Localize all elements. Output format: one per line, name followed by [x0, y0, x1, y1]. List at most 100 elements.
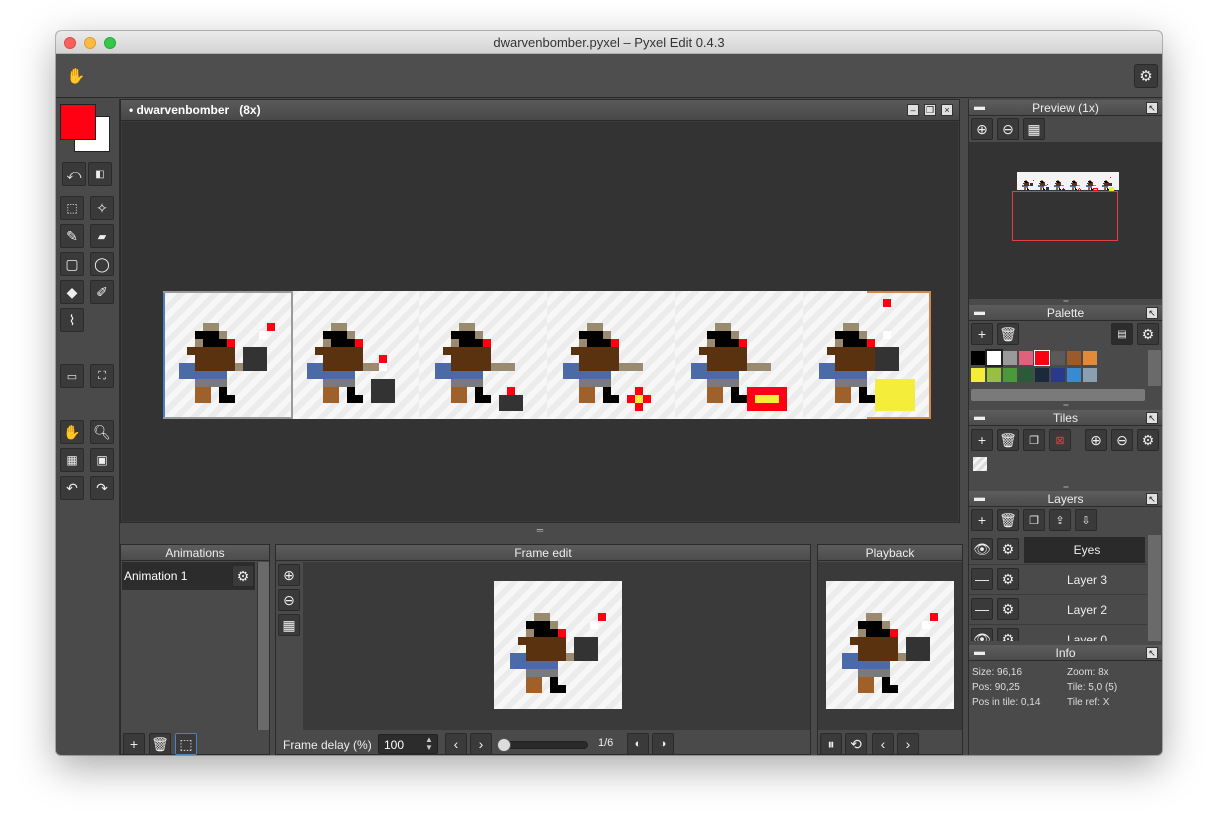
- close-doc-icon[interactable]: ×: [941, 104, 953, 116]
- zoom-out-frame-icon[interactable]: ⊖: [278, 589, 300, 611]
- next-frame-icon[interactable]: ›: [470, 733, 492, 755]
- palette-swatch[interactable]: [1083, 351, 1097, 365]
- restore-doc-icon[interactable]: ❐: [924, 104, 936, 116]
- tile-select-icon[interactable]: ▭: [60, 364, 84, 388]
- add-animation-icon[interactable]: +: [123, 733, 145, 755]
- merge-layer-down-icon[interactable]: ⇩: [1075, 509, 1097, 531]
- palette-swatch[interactable]: [1003, 351, 1017, 365]
- palette-splitter[interactable]: ═: [969, 402, 1162, 409]
- layers-popout-icon[interactable]: ↖: [1146, 493, 1158, 505]
- palette-swatch[interactable]: [1019, 368, 1033, 382]
- palette-swatch[interactable]: [1051, 351, 1065, 365]
- primary-color-swatch[interactable]: [60, 104, 96, 140]
- frame-3[interactable]: [419, 291, 547, 419]
- layers-scrollbar[interactable]: [1148, 535, 1161, 641]
- layers-collapse-icon[interactable]: ▬: [974, 490, 985, 506]
- frame-icon[interactable]: ▣: [90, 448, 114, 472]
- add-tile-icon[interactable]: +: [971, 429, 993, 451]
- add-layer-icon[interactable]: +: [971, 509, 993, 531]
- onion-skin-next-icon[interactable]: ◑: [652, 733, 674, 755]
- preview-zoom-out-icon[interactable]: ⊖: [997, 118, 1019, 140]
- layer-row-eyes[interactable]: 👁︎ ⚙ Eyes: [969, 535, 1147, 565]
- palette-swatch[interactable]: [985, 349, 1003, 367]
- onion-skin-prev-icon[interactable]: ◐: [627, 733, 649, 755]
- transform-icon[interactable]: ⛶: [90, 364, 114, 388]
- tiles-collapse-icon[interactable]: ▬: [974, 409, 985, 425]
- zoom-icon[interactable]: 🔍︎: [90, 420, 114, 444]
- layer-row-layer-3[interactable]: — ⚙ Layer 3: [969, 565, 1147, 595]
- preview-thumbnail[interactable]: [1017, 172, 1119, 191]
- palette-hscrollbar[interactable]: [971, 389, 1145, 401]
- palette-swatch[interactable]: [1019, 351, 1033, 365]
- palette-swatch[interactable]: [1067, 351, 1081, 365]
- layer-settings-gear-icon[interactable]: ⚙: [997, 598, 1019, 620]
- magic-wand-icon[interactable]: ✧: [90, 196, 114, 220]
- ellipse-icon[interactable]: ◯: [90, 252, 114, 276]
- brush-icon[interactable]: ✐: [90, 280, 114, 304]
- frame-delay-input[interactable]: 100 ▲ ▼: [378, 734, 438, 754]
- layer-row-layer-0[interactable]: 👁︎ ⚙ Layer 0: [969, 625, 1147, 641]
- layer-visibility-eye-icon[interactable]: 👁︎: [971, 628, 993, 641]
- info-popout-icon[interactable]: ↖: [1146, 647, 1158, 659]
- delete-tile-icon[interactable]: 🗑︎: [997, 429, 1019, 451]
- minimize-doc-icon[interactable]: –: [907, 104, 919, 116]
- reset-colors-icon[interactable]: ◧: [88, 162, 112, 186]
- tile-thumbnail[interactable]: [973, 457, 987, 471]
- palette-collapse-icon[interactable]: ▬: [974, 304, 985, 320]
- frame-edit-preview[interactable]: [494, 581, 622, 709]
- delete-animation-icon[interactable]: 🗑︎: [149, 733, 171, 755]
- layer-row-layer-2[interactable]: — ⚙ Layer 2: [969, 595, 1147, 625]
- frame-slider[interactable]: [500, 741, 588, 749]
- tiles-popout-icon[interactable]: ↖: [1146, 412, 1158, 424]
- eyedropper-icon[interactable]: ⌇: [60, 308, 84, 332]
- maximize-window-button[interactable]: [104, 37, 116, 49]
- delete-color-icon[interactable]: 🗑︎: [997, 323, 1019, 345]
- palette-popout-icon[interactable]: ↖: [1146, 307, 1158, 319]
- pencil-icon[interactable]: ✎: [60, 224, 84, 248]
- hand-icon[interactable]: ✋: [64, 64, 88, 88]
- animations-scrollbar[interactable]: [257, 562, 269, 730]
- palette-swatch[interactable]: [1067, 368, 1081, 382]
- animation-settings-gear-icon[interactable]: ⚙: [232, 565, 254, 587]
- layer-settings-gear-icon[interactable]: ⚙: [997, 568, 1019, 590]
- palette-swatch[interactable]: [987, 368, 1001, 382]
- fill-icon[interactable]: ◆: [60, 280, 84, 304]
- canvas-splitter[interactable]: ═: [122, 525, 958, 535]
- layer-settings-gear-icon[interactable]: ⚙: [997, 538, 1019, 560]
- frame-5[interactable]: [675, 291, 803, 419]
- preview-viewport-marker[interactable]: [1012, 191, 1118, 241]
- duplicate-tile-icon[interactable]: ❐: [1023, 429, 1045, 451]
- palette-swatch[interactable]: [971, 368, 985, 382]
- clear-tile-icon[interactable]: ⊠: [1049, 429, 1071, 451]
- redo-icon[interactable]: ↷: [90, 476, 114, 500]
- palette-scrollbar[interactable]: [1148, 350, 1161, 386]
- palette-swatch-mode-icon[interactable]: ▤: [1111, 323, 1133, 345]
- preview-background-icon[interactable]: ▦: [1023, 118, 1045, 140]
- frame-2[interactable]: [291, 291, 419, 419]
- tiles-zoom-in-icon[interactable]: ⊕: [1085, 429, 1107, 451]
- delay-stepper-icon[interactable]: ▲ ▼: [425, 736, 433, 752]
- palette-swatch[interactable]: [1003, 368, 1017, 382]
- undo-icon[interactable]: ↶: [60, 476, 84, 500]
- frame-slider-handle[interactable]: [497, 738, 511, 752]
- zoom-in-frame-icon[interactable]: ⊕: [278, 564, 300, 586]
- palette-swatch[interactable]: [1083, 368, 1097, 382]
- palette-settings-gear-icon[interactable]: ⚙: [1137, 323, 1159, 345]
- eraser-icon[interactable]: ▰: [90, 224, 114, 248]
- tiles-zoom-out-icon[interactable]: ⊖: [1111, 429, 1133, 451]
- duplicate-layer-icon[interactable]: ❐: [1023, 509, 1045, 531]
- animation-list-item[interactable]: Animation 1 ⚙: [122, 562, 255, 590]
- palette-swatch[interactable]: [1034, 350, 1050, 366]
- layer-hidden-icon[interactable]: —: [971, 598, 993, 620]
- document-tab[interactable]: • dwarvenbomber (8x) – ❐ ×: [121, 100, 959, 121]
- grid-icon[interactable]: ▦: [60, 448, 84, 472]
- playback-next-icon[interactable]: ›: [897, 733, 919, 755]
- palette-swatch[interactable]: [1051, 368, 1065, 382]
- rectangle-icon[interactable]: ▢: [60, 252, 84, 276]
- settings-gear-icon[interactable]: ⚙: [1134, 64, 1158, 88]
- layer-settings-gear-icon[interactable]: ⚙: [997, 628, 1019, 641]
- minimize-window-button[interactable]: [84, 37, 96, 49]
- info-collapse-icon[interactable]: ▬: [974, 644, 985, 660]
- pause-icon[interactable]: ⏸: [820, 733, 842, 755]
- select-icon[interactable]: ⬚: [60, 196, 84, 220]
